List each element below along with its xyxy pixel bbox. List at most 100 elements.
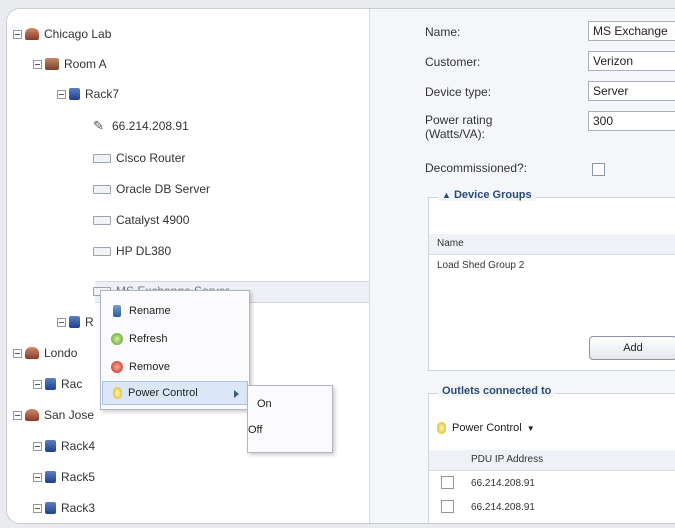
- expand-icon[interactable]: [33, 441, 42, 451]
- tree-node-rack3[interactable]: Rack3: [33, 497, 95, 519]
- site-icon: [25, 347, 39, 359]
- menu-label: Remove: [129, 361, 170, 373]
- tree-node-label: R: [85, 315, 94, 329]
- tree-node-london-rack[interactable]: Rac: [33, 373, 82, 395]
- menu-item-remove[interactable]: Remove: [101, 355, 249, 379]
- pdu-plug-icon: ✎: [93, 118, 104, 133]
- site-icon: [25, 409, 39, 421]
- tree-node-label: HP DL380: [116, 244, 172, 258]
- menu-label: Off: [248, 424, 263, 436]
- device-type-select[interactable]: Server: [588, 81, 675, 101]
- tree-node-label: Londo: [44, 346, 78, 360]
- tree-node-london[interactable]: Londo: [13, 342, 77, 364]
- power-rating-field[interactable]: 300: [588, 111, 675, 131]
- menu-item-rename[interactable]: Rename: [101, 299, 249, 323]
- rack-icon: [45, 378, 56, 390]
- app-window: Chicago Lab Room A Rack7 ✎ 66.214.208.91…: [6, 8, 675, 524]
- collapse-chevron-icon: ▲: [442, 190, 451, 200]
- groups-header-name: Name: [437, 238, 464, 249]
- tree-node-san-jose[interactable]: San Jose: [13, 404, 94, 426]
- device-type-label: Device type:: [425, 85, 492, 99]
- name-label: Name:: [425, 25, 461, 39]
- device-icon: [93, 153, 111, 163]
- device-icon: [93, 215, 111, 225]
- device-tree: Chicago Lab Room A Rack7 ✎ 66.214.208.91…: [7, 9, 370, 523]
- customer-field[interactable]: Verizon: [588, 51, 675, 71]
- remove-icon: [111, 361, 123, 373]
- tree-node-label: Cisco Router: [116, 151, 186, 165]
- rack-icon: [45, 471, 56, 483]
- expand-icon[interactable]: [33, 472, 42, 482]
- rack-icon: [69, 316, 80, 328]
- rename-icon: [113, 305, 121, 317]
- menu-label: Rename: [129, 305, 171, 317]
- menu-item-power-control[interactable]: Power Control: [102, 381, 248, 405]
- pdu-header: PDU IP Address: [471, 454, 544, 465]
- tree-node-rack-partial[interactable]: R: [57, 311, 94, 333]
- tree-node-label: Catalyst 4900: [116, 213, 190, 227]
- tree-node-rack4[interactable]: Rack4: [33, 435, 95, 457]
- tree-node-label: San Jose: [44, 408, 95, 422]
- menu-label: Refresh: [129, 333, 168, 345]
- outlets-panel: Power Control ▼ PDU IP Address 66.214.20…: [428, 393, 675, 523]
- tree-node-cisco-router[interactable]: Cisco Router: [93, 147, 185, 169]
- device-groups-title[interactable]: ▲ Device Groups: [438, 189, 536, 201]
- tree-node-chicago-lab[interactable]: Chicago Lab: [13, 23, 111, 45]
- submenu-item-off[interactable]: Off: [248, 418, 332, 442]
- refresh-icon: [111, 333, 123, 345]
- tree-node-oracle-db-server[interactable]: Oracle DB Server: [93, 178, 210, 200]
- rack-icon: [45, 440, 56, 452]
- collapse-icon[interactable]: [13, 29, 22, 39]
- collapse-icon[interactable]: [13, 348, 22, 358]
- lightbulb-icon: [437, 422, 446, 434]
- tree-node-rack7[interactable]: Rack7: [57, 83, 119, 105]
- collapse-icon[interactable]: [33, 59, 42, 69]
- tree-node-label: Oracle DB Server: [116, 182, 211, 196]
- name-field[interactable]: MS Exchange: [588, 21, 675, 41]
- submenu-arrow-icon: [234, 390, 239, 398]
- tree-node-room-a[interactable]: Room A: [33, 53, 107, 75]
- context-menu: Rename Refresh Remove Power Control: [100, 290, 250, 410]
- outlet-checkbox[interactable]: [441, 500, 454, 513]
- rack-icon: [45, 502, 56, 514]
- tree-node-catalyst-4900[interactable]: Catalyst 4900: [93, 209, 189, 231]
- tree-node-label: Chicago Lab: [44, 27, 112, 41]
- menu-item-refresh[interactable]: Refresh: [101, 327, 249, 351]
- decommissioned-label: Decommissioned?:: [425, 161, 528, 175]
- room-icon: [45, 58, 59, 70]
- power-control-label: Power Control: [452, 422, 522, 434]
- add-group-button[interactable]: Add: [589, 336, 675, 360]
- pdu-header-row: [429, 450, 675, 471]
- tree-node-hp-dl380[interactable]: HP DL380: [93, 240, 171, 262]
- tree-node-label: Rack4: [61, 439, 96, 453]
- collapse-icon[interactable]: [57, 89, 66, 99]
- pdu-row: 66.214.208.91: [471, 502, 535, 513]
- power-control-submenu: On Off: [247, 385, 333, 453]
- groups-row[interactable]: Load Shed Group 2: [437, 260, 524, 271]
- customer-label: Customer:: [425, 55, 481, 69]
- tree-node-label: Rack5: [61, 470, 96, 484]
- site-icon: [25, 28, 39, 40]
- menu-label: On: [257, 398, 272, 410]
- expand-icon[interactable]: [33, 379, 42, 389]
- device-groups-panel: Name Load Shed Group 2 Add: [428, 197, 675, 371]
- power-rating-label: Power rating (Watts/VA):: [425, 113, 493, 141]
- collapse-icon[interactable]: [13, 410, 22, 420]
- outlet-checkbox[interactable]: [441, 476, 454, 489]
- tree-node-label: Room A: [64, 57, 107, 71]
- tree-node-rack5[interactable]: Rack5: [33, 466, 95, 488]
- outlets-title: Outlets connected to: [438, 385, 556, 397]
- power-control-dropdown[interactable]: Power Control ▼: [437, 422, 535, 434]
- device-icon: [93, 246, 111, 256]
- tree-node-label: 66.214.208.91: [112, 119, 189, 133]
- lightbulb-icon: [113, 387, 122, 399]
- menu-label: Power Control: [128, 387, 198, 399]
- submenu-item-on[interactable]: On: [248, 392, 332, 416]
- dropdown-arrow-icon: ▼: [526, 423, 535, 433]
- expand-icon[interactable]: [57, 317, 66, 327]
- decommissioned-checkbox[interactable]: [592, 163, 605, 176]
- tree-node-label: Rack3: [61, 501, 96, 515]
- groups-header-row: [429, 234, 675, 255]
- expand-icon[interactable]: [33, 503, 42, 513]
- tree-node-pdu[interactable]: ✎ 66.214.208.91: [93, 115, 189, 137]
